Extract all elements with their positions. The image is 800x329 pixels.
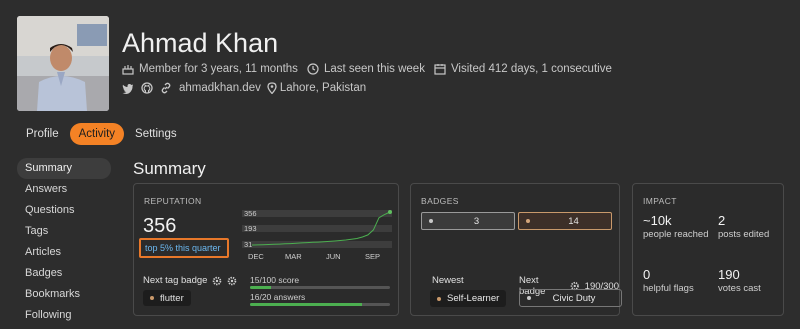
gear-icon[interactable]	[212, 276, 222, 286]
month-jun: JUN	[326, 252, 341, 261]
avatar	[17, 16, 109, 111]
cake-icon	[122, 65, 134, 75]
reputation-card-title: REPUTATION	[144, 196, 202, 206]
silver-dot	[527, 296, 531, 300]
sidenav-item-answers[interactable]: Answers	[17, 179, 111, 200]
profile-tabs: Profile Activity Settings	[17, 123, 188, 145]
votes-cast-value: 190	[718, 267, 740, 282]
clock-icon	[307, 63, 319, 75]
silver-dot	[429, 219, 433, 223]
gear-icon[interactable]	[227, 276, 237, 286]
next-tag-chip[interactable]: flutter	[143, 290, 191, 306]
answers-progress-label: 16/20 answers	[250, 292, 306, 302]
impact-card: IMPACT ~10k people reached 2 posts edite…	[632, 183, 784, 316]
link-icon	[160, 82, 172, 94]
profile-meta: Member for 3 years, 11 months Last seen …	[122, 63, 621, 75]
profile-name: Ahmad Khan	[122, 28, 279, 58]
bronze-dot	[150, 296, 154, 300]
tab-profile[interactable]: Profile	[17, 123, 68, 145]
twitter-icon[interactable]	[122, 83, 134, 94]
month-dec: DEC	[248, 252, 264, 261]
sidenav-item-bookmarks[interactable]: Bookmarks	[17, 284, 111, 305]
bronze-dot	[526, 219, 530, 223]
badges-card-title: BADGES	[421, 196, 459, 206]
badges-card: BADGES 3 14 Newest Self-Learner Next bad…	[410, 183, 622, 316]
helpful-flags-value: 0	[643, 267, 651, 282]
location-text: Lahore, Pakistan	[279, 82, 367, 94]
next-badge-chip[interactable]: Civic Duty	[519, 289, 622, 307]
tab-activity[interactable]: Activity	[69, 123, 125, 145]
social-links: ahmadkhan.dev Lahore, Pakistan	[122, 82, 366, 94]
bronze-badge-count[interactable]: 14	[518, 212, 612, 230]
helpful-flags-label: helpful flags	[643, 283, 694, 294]
newest-badge-chip[interactable]: Self-Learner	[430, 290, 507, 307]
month-mar: MAR	[285, 252, 302, 261]
reputation-value: 356	[143, 215, 177, 237]
sidenav-item-articles[interactable]: Articles	[17, 242, 111, 263]
answers-progress-bar	[250, 303, 390, 306]
score-progress-fill	[250, 286, 271, 289]
silver-badge-count[interactable]: 3	[421, 212, 515, 230]
website-link[interactable]: ahmadkhan.dev	[179, 82, 261, 94]
visited-days: Visited 412 days, 1 consecutive	[434, 63, 612, 75]
sidenav-item-questions[interactable]: Questions	[17, 200, 111, 221]
sidenav-item-tags[interactable]: Tags	[17, 221, 111, 242]
sidenav-item-summary[interactable]: Summary	[17, 158, 111, 179]
chart-label-mid: 193	[244, 224, 257, 233]
reputation-sparkline-end	[388, 210, 392, 214]
member-since: Member for 3 years, 11 months	[122, 63, 298, 75]
activity-sidenav: Summary Answers Questions Tags Articles …	[17, 158, 111, 326]
answers-progress-fill	[250, 303, 362, 306]
reputation-rank-link[interactable]: top 5% this quarter	[139, 238, 229, 258]
chart-label-top: 356	[244, 210, 257, 218]
tab-settings[interactable]: Settings	[126, 123, 186, 145]
score-progress-bar	[250, 286, 390, 289]
last-seen: Last seen this week	[307, 63, 425, 75]
github-icon[interactable]	[141, 82, 153, 94]
reputation-chart: 356 193 31 DEC MAR JUN SEP	[242, 210, 392, 261]
people-reached-label: people reached	[643, 229, 709, 240]
month-sep: SEP	[365, 252, 380, 261]
people-reached-value: ~10k	[643, 213, 672, 228]
next-tag-badge-label: Next tag badge	[143, 275, 237, 286]
location-pin-icon	[267, 82, 277, 94]
votes-cast-label: votes cast	[718, 283, 761, 294]
chart-label-low: 31	[244, 240, 252, 249]
posts-edited-value: 2	[718, 213, 726, 228]
bronze-dot	[437, 296, 441, 301]
posts-edited-label: posts edited	[718, 229, 770, 240]
summary-title: Summary	[133, 159, 206, 178]
score-progress-label: 15/100 score	[250, 275, 300, 285]
sidenav-item-badges[interactable]: Badges	[17, 263, 111, 284]
reputation-card: REPUTATION 356 top 5% this quarter 356 1…	[133, 183, 399, 316]
impact-card-title: IMPACT	[643, 196, 677, 206]
calendar-icon	[434, 64, 446, 75]
sidenav-item-following[interactable]: Following	[17, 305, 111, 326]
newest-badge-label: Newest	[432, 275, 464, 286]
